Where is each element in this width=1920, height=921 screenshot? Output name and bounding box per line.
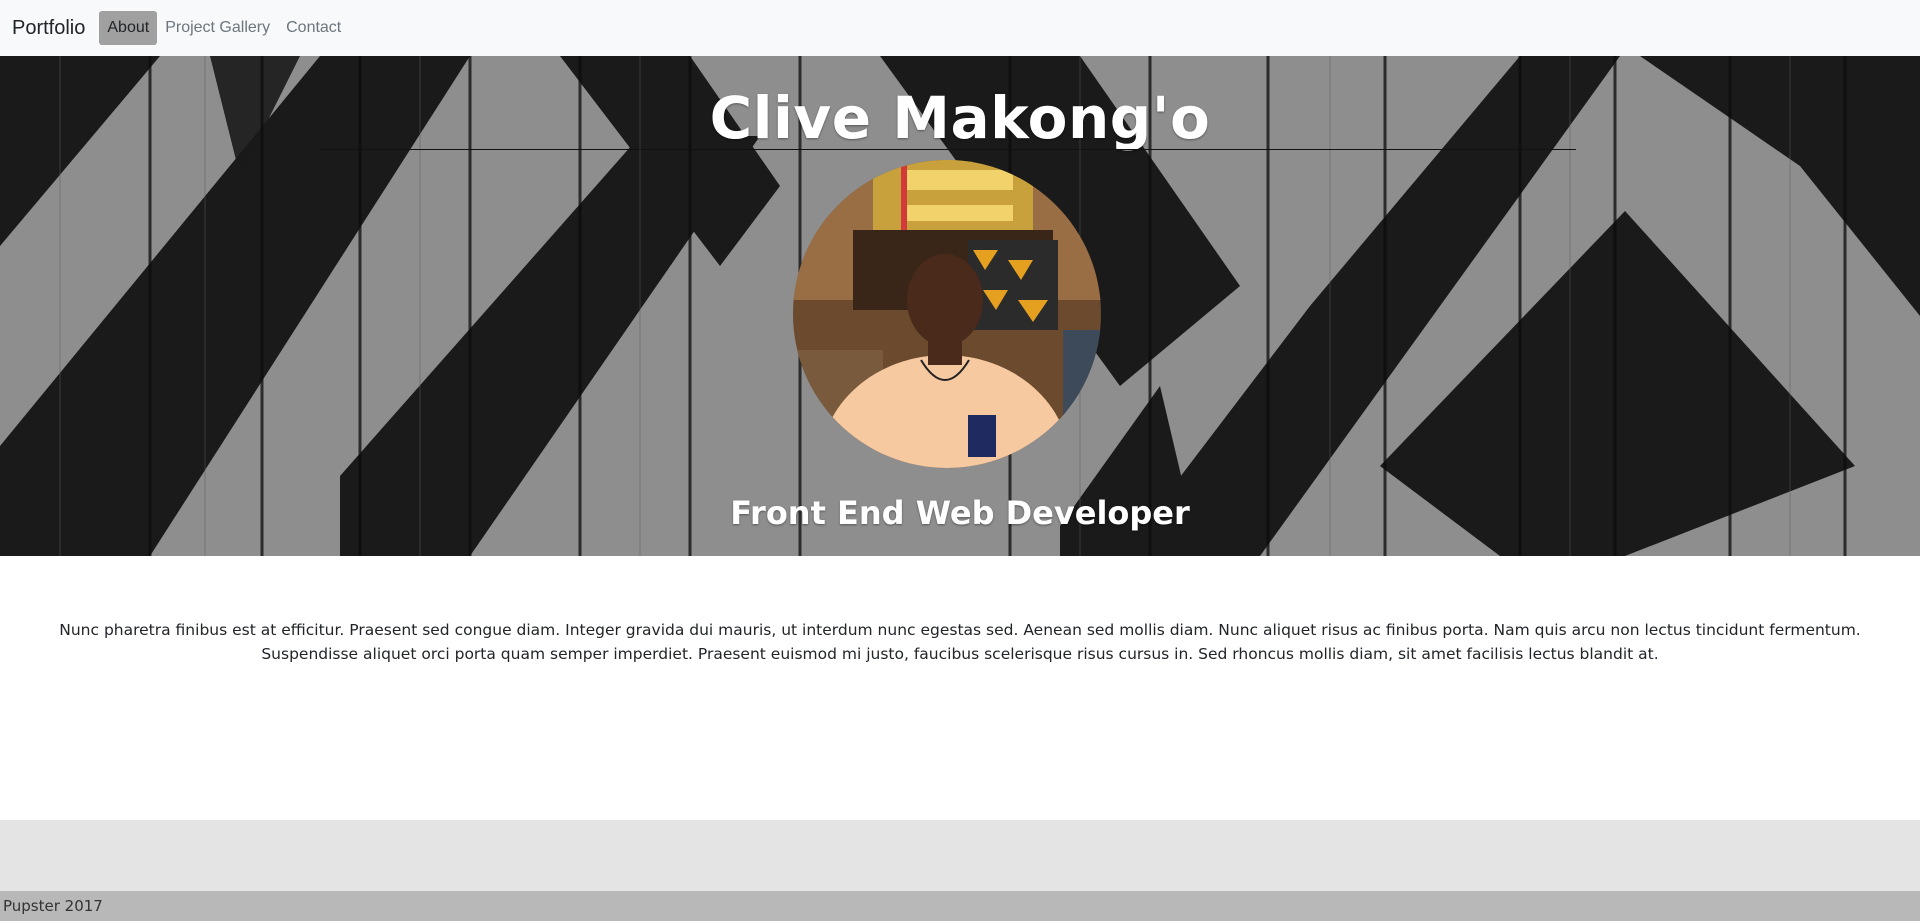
profile-photo bbox=[793, 160, 1101, 468]
nav-link-contact[interactable]: Contact bbox=[278, 11, 349, 45]
hero-banner: Clive Makong'o Front End Web Developer bbox=[0, 56, 1920, 556]
brand-link[interactable]: Portfolio bbox=[12, 17, 85, 40]
navbar: Portfolio About Project Gallery Contact bbox=[0, 0, 1920, 56]
nav-link-project-gallery[interactable]: Project Gallery bbox=[157, 11, 278, 45]
footer-band bbox=[0, 820, 1920, 891]
about-paragraph: Nunc pharetra finibus est at efficitur. … bbox=[59, 621, 1861, 663]
footer: Pupster 2017 bbox=[0, 891, 1920, 921]
avatar bbox=[793, 160, 1101, 468]
title-divider bbox=[320, 149, 1576, 150]
nav-link-about[interactable]: About bbox=[99, 11, 158, 45]
hero-subtitle: Front End Web Developer bbox=[730, 494, 1190, 532]
hero-name-title: Clive Makong'o bbox=[709, 84, 1211, 152]
footer-copyright: Pupster 2017 bbox=[3, 897, 103, 915]
